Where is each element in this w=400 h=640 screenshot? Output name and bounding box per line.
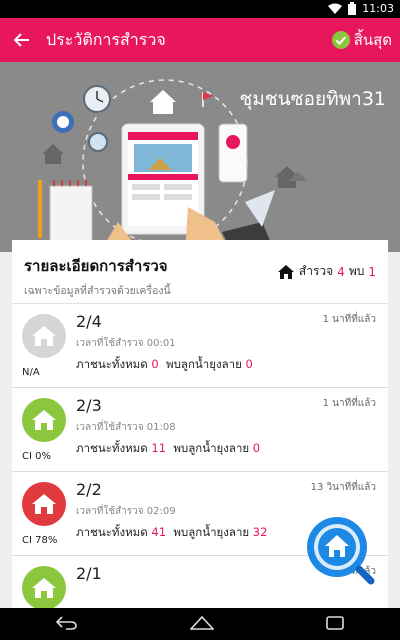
time-ago: 1 นาทีที่แล้ว	[322, 314, 376, 325]
house-icon	[32, 578, 56, 598]
time-ago: 13 วินาทีที่แล้ว	[310, 482, 376, 493]
status-circle	[22, 482, 66, 526]
survey-record[interactable]: CI 0% 2/3 1 นาทีที่แล้ว เวลาที่ใช้สำรวจ …	[12, 388, 388, 472]
search-house-fab[interactable]	[305, 515, 375, 585]
house-code: 2/3	[76, 396, 102, 415]
survey-summary: สำรวจ 4 พบ 1	[277, 262, 376, 281]
page-title: ประวัติการสำรวจ	[46, 29, 166, 49]
survey-count: 4	[337, 264, 345, 279]
container-stats: ภาชนะทั้งหมด 11 พบลูกน้ำยุงลาย 0	[76, 441, 261, 455]
details-subtitle: เฉพาะข้อมูลที่สำรวจด้วยเครื่องนี้	[24, 285, 171, 297]
survey-duration: เวลาที่ใช้สำรวจ 01:08	[76, 422, 176, 433]
finish-button[interactable]: สิ้นสุด	[331, 18, 392, 62]
container-stats: ภาชนะทั้งหมด 0 พบลูกน้ำยุงลาย 0	[76, 357, 253, 371]
house-icon	[32, 494, 56, 514]
navigation-bar	[0, 608, 400, 640]
house-icon	[32, 326, 56, 346]
home-nav-button[interactable]	[189, 615, 215, 634]
status-bar: 11:03	[0, 0, 400, 18]
home-icon	[189, 615, 215, 630]
house-search-icon	[307, 517, 375, 585]
survey-record[interactable]: N/A 2/4 1 นาทีที่แล้ว เวลาที่ใช้สำรวจ 00…	[12, 304, 388, 388]
container-index: CI 78%	[22, 535, 58, 546]
back-arrow-icon	[14, 33, 29, 47]
app-bar: ประวัติการสำรวจ สิ้นสุด	[0, 18, 400, 62]
house-code: 2/4	[76, 312, 102, 331]
survey-duration: เวลาที่ใช้สำรวจ 00:01	[76, 338, 176, 349]
back-button[interactable]	[0, 18, 44, 62]
survey-label: สำรวจ	[298, 264, 334, 278]
found-count: 1	[368, 264, 376, 279]
house-icon	[32, 410, 56, 430]
status-circle	[22, 398, 66, 442]
wifi-icon	[328, 3, 343, 15]
container-index: CI 0%	[22, 451, 51, 462]
house-code: 2/1	[76, 564, 102, 583]
back-icon	[55, 615, 77, 630]
clock-time: 11:03	[362, 2, 394, 15]
summary-header: รายละเอียดการสำรวจ เฉพาะข้อมูลที่สำรวจด้…	[12, 240, 388, 304]
house-code: 2/2	[76, 480, 102, 499]
back-nav-button[interactable]	[55, 615, 78, 634]
house-icon	[277, 264, 294, 279]
container-stats: ภาชนะทั้งหมด 41 พบลูกน้ำยุงลาย 32	[76, 525, 268, 539]
battery-icon	[348, 2, 357, 15]
recents-icon	[326, 615, 344, 630]
hero-banner: ชุมชนซอยทิพา31	[0, 62, 400, 252]
status-circle	[22, 566, 66, 610]
time-ago: 1 นาทีที่แล้ว	[322, 398, 376, 409]
container-index: N/A	[22, 367, 40, 378]
recents-nav-button[interactable]	[326, 615, 344, 634]
community-name: ชุมชนซอยทิพา31	[239, 88, 386, 110]
status-circle	[22, 314, 66, 358]
survey-duration: เวลาที่ใช้สำรวจ 02:09	[76, 506, 176, 517]
check-circle-icon	[331, 31, 350, 49]
finish-label: สิ้นสุด	[353, 31, 392, 49]
found-label: พบ	[348, 264, 365, 278]
